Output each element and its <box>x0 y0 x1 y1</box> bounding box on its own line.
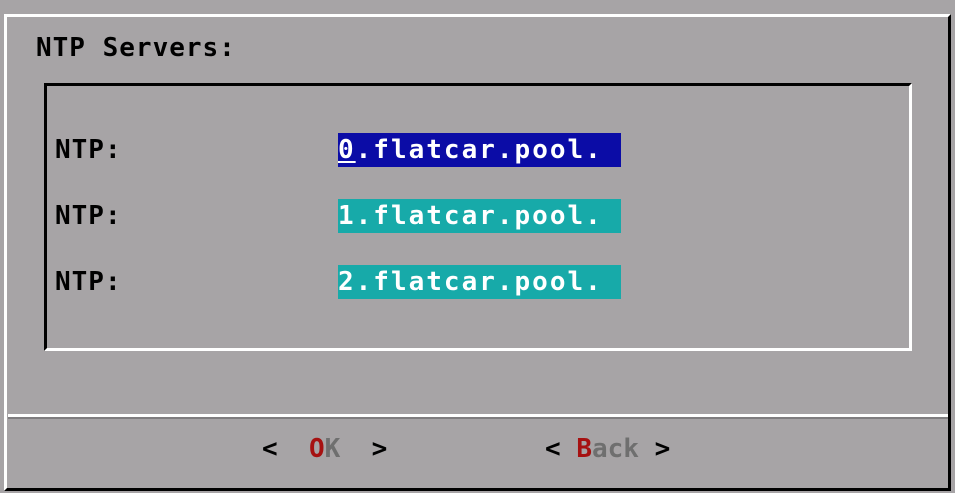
ok-left-bracket: < <box>262 434 278 464</box>
ntp-label-2: NTP: <box>55 201 122 231</box>
text-cursor: 0 <box>338 135 356 165</box>
back-label-rest: ack <box>591 434 639 464</box>
ok-right-bracket: > <box>371 434 388 464</box>
ok-label-rest: K <box>324 434 341 464</box>
back-hotkey: B <box>576 434 592 464</box>
ntp-server-input-3[interactable]: 2.flatcar.pool. <box>338 265 621 299</box>
back-button[interactable]: < Back > <box>545 432 670 466</box>
button-separator-shadow <box>8 417 948 419</box>
ntp-server-input-2[interactable]: 1.flatcar.pool. <box>338 199 621 233</box>
dialog-title: NTP Servers: <box>36 33 236 63</box>
back-right-bracket: > <box>654 434 671 464</box>
ntp-server-input-1-text: .flatcar.pool. <box>355 135 603 165</box>
ok-button[interactable]: < OK > <box>262 432 387 466</box>
ntp-label-1: NTP: <box>55 135 122 165</box>
back-left-bracket: < <box>545 434 561 464</box>
ntp-label-3: NTP: <box>55 267 122 297</box>
ok-hotkey: O <box>308 434 325 464</box>
ntp-server-input-1[interactable]: 0.flatcar.pool. <box>338 133 621 167</box>
